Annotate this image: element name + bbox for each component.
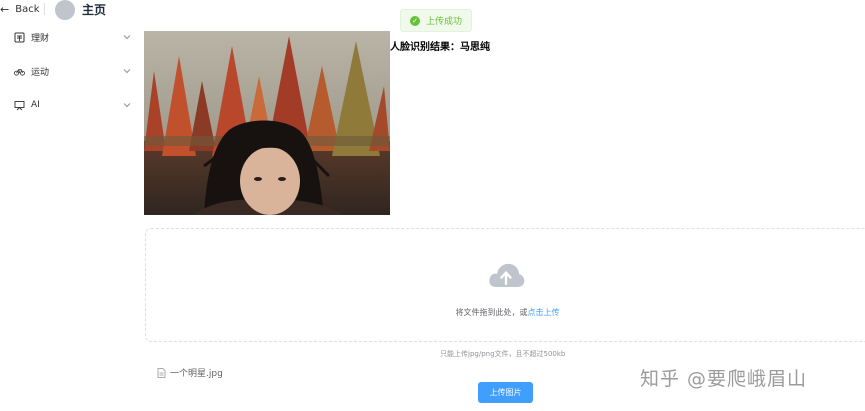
sidebar-item-sports[interactable]: 运动 <box>0 54 140 88</box>
file-name: 一个明星.jpg <box>170 369 223 379</box>
face-recognition-result: 人脸识别结果：马思纯 <box>390 42 490 53</box>
sidebar-item-label: 运动 <box>31 67 50 78</box>
header-divider <box>44 3 45 15</box>
success-toast: ✓ 上传成功 <box>400 9 473 32</box>
document-icon <box>157 367 166 378</box>
toast-message: 上传成功 <box>426 17 463 27</box>
cloud-upload-icon <box>489 263 525 287</box>
upload-image-button[interactable]: 上传图片 <box>478 382 533 403</box>
upload-tip: 只能上传jpg/png文件，且不超过500kb <box>440 350 566 358</box>
click-upload-link[interactable]: 点击上传 <box>528 308 560 317</box>
finance-icon <box>14 32 25 43</box>
chevron-down-icon <box>123 69 131 74</box>
sidebar-item-finance[interactable]: 理财 <box>0 20 140 54</box>
sidebar: 理财 运动 AI <box>0 20 140 122</box>
drag-text: 将文件拖到此处，或 <box>455 308 528 317</box>
check-circle-icon: ✓ <box>410 15 420 26</box>
sidebar-item-label: AI <box>31 100 40 110</box>
bicycle-icon <box>14 66 25 77</box>
page-title: 主页 <box>82 3 107 17</box>
chevron-down-icon <box>123 103 131 108</box>
chevron-down-icon <box>123 35 131 40</box>
uploaded-photo <box>144 31 390 215</box>
avatar[interactable] <box>55 0 75 20</box>
arrow-left-icon: ← <box>0 2 10 16</box>
back-label: Back <box>15 3 40 15</box>
sidebar-item-ai[interactable]: AI <box>0 88 140 122</box>
drag-instruction: 将文件拖到此处，或点击上传 <box>146 307 865 318</box>
sidebar-item-label: 理财 <box>31 33 50 44</box>
watermark-text: 知乎 @要爬峨眉山 <box>640 368 808 390</box>
ai-screen-icon <box>14 100 25 111</box>
upload-drop-zone[interactable]: 将文件拖到此处，或点击上传 <box>145 228 865 342</box>
back-button[interactable]: ← Back <box>0 0 40 18</box>
file-list-item[interactable]: 一个明星.jpg <box>157 366 223 379</box>
